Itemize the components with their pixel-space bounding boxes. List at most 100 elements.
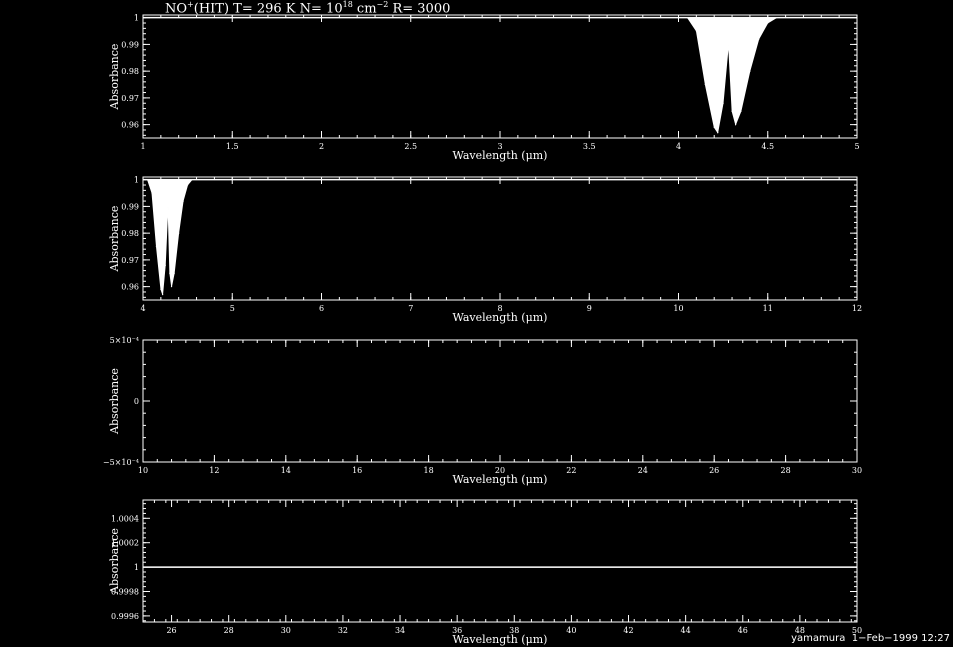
- data-point: [758, 38, 760, 40]
- absorbance-band: [686, 17, 779, 134]
- x-tick-label: 34: [395, 626, 405, 635]
- data-point: [704, 83, 706, 86]
- y-tick-label: 1: [134, 563, 139, 572]
- data-point: [169, 272, 171, 274]
- data-point: [191, 179, 193, 181]
- x-tick-label: 14: [281, 466, 291, 475]
- x-tick-label: 18: [424, 466, 434, 475]
- x-axis-label: Wavelength (μm): [453, 311, 548, 324]
- y-tick-label: 1.0004: [111, 514, 139, 523]
- x-tick-label: 4.5: [761, 142, 774, 151]
- data-point: [155, 245, 157, 248]
- x-tick-label: 42: [623, 626, 633, 635]
- x-tick-label: 26: [166, 626, 176, 635]
- x-axis-label: Wavelength (μm): [453, 633, 548, 646]
- data-point: [160, 288, 162, 290]
- y-tick-label: 1: [134, 176, 139, 185]
- data-point: [173, 272, 175, 274]
- x-tick-label: 46: [738, 626, 748, 635]
- data-point: [776, 17, 778, 19]
- x-tick-label: 10: [138, 466, 148, 475]
- chart-panel-3: 10 12 14 16 18 20 22 24 26 28 30−5×10⁻⁴05×10⁻⁴Wave…: [103, 336, 862, 486]
- y-axis-label: Absorbance: [108, 44, 121, 111]
- data-point: [731, 110, 733, 112]
- y-tick-label: 0.98: [121, 229, 139, 238]
- chart-panel-2: 4 5 6 7 8 9 10 11 120.960.970.980.991Wavelength …: [108, 176, 862, 324]
- x-tick-label: 44: [681, 626, 691, 635]
- footer-date: 1−Feb−1999 12:27: [851, 633, 950, 644]
- x-tick-label: 1.5: [226, 142, 239, 151]
- x-tick-label: 32: [338, 626, 348, 635]
- y-axis-label: Absorbance: [108, 528, 121, 595]
- x-tick-label: 24: [638, 466, 648, 475]
- y-axis-label: Absorbance: [108, 206, 121, 273]
- x-tick-label: 40: [566, 626, 576, 635]
- data-point: [727, 43, 730, 46]
- data-layer: [143, 178, 857, 296]
- y-axis-label: Absorbance: [108, 368, 121, 435]
- x-tick-label: 22: [566, 466, 576, 475]
- x-axis-label: Wavelength (μm): [453, 473, 548, 486]
- x-tick-label: 30: [852, 466, 862, 475]
- data-point: [749, 70, 751, 72]
- chart-panel-1: 1 1.5 2 2.5 3 3.5 4 4.5 50.960.970.980.991Wavele…: [108, 14, 860, 162]
- x-tick-label: 9: [587, 304, 592, 313]
- y-tick-label: 0.99: [121, 40, 139, 49]
- x-tick-label: 1: [140, 142, 145, 151]
- x-tick-label: 30: [281, 626, 291, 635]
- data-point: [167, 205, 169, 208]
- x-axis-label: Wavelength (μm): [453, 149, 548, 162]
- x-tick-label: 12: [209, 466, 219, 475]
- data-point: [740, 110, 742, 112]
- x-tick-label: 2: [319, 142, 324, 151]
- chart-canvas: 1 1.5 2 2.5 3 3.5 4 4.5 50.960.970.980.991Wavele…: [103, 14, 862, 646]
- x-tick-label: 26: [709, 466, 719, 475]
- x-tick-label: 11: [763, 304, 773, 313]
- data-point: [162, 294, 164, 296]
- data-point: [767, 22, 769, 24]
- data-point: [187, 184, 189, 186]
- x-tick-label: 16: [352, 466, 362, 475]
- y-tick-label: 0.97: [121, 94, 139, 103]
- data-point: [182, 200, 184, 202]
- footer-user: yamamura: [791, 633, 846, 644]
- x-tick-label: 28: [781, 466, 791, 475]
- data-point: [713, 126, 715, 128]
- x-tick-label: 5: [230, 304, 235, 313]
- y-tick-label: 0.96: [121, 121, 139, 130]
- y-tick-label: 0: [134, 397, 139, 406]
- data-point: [170, 286, 173, 288]
- y-tick-label: 0.99: [121, 202, 139, 211]
- data-point: [735, 124, 737, 126]
- x-tick-label: 6: [319, 304, 324, 313]
- y-tick-label: 5×10⁻⁴: [110, 336, 139, 345]
- x-tick-label: 7: [408, 304, 413, 313]
- data-point: [151, 192, 153, 194]
- data-point: [717, 132, 719, 134]
- footer-credit: yamamura 1−Feb−1999 12:27: [791, 633, 950, 644]
- y-tick-label: −5×10⁻⁴: [103, 458, 139, 467]
- plot-frame: [142, 176, 858, 301]
- x-tick-label: 28: [224, 626, 234, 635]
- x-tick-label: 10: [673, 304, 683, 313]
- y-tick-label: 0.98: [121, 67, 139, 76]
- x-tick-label: 12: [852, 304, 862, 313]
- y-tick-label: 0.9996: [111, 612, 139, 621]
- x-tick-label: 4: [676, 142, 681, 151]
- x-tick-label: 3.5: [583, 142, 596, 151]
- data-point: [178, 232, 180, 234]
- y-tick-label: 0.97: [121, 256, 139, 265]
- y-tick-label: 1: [134, 14, 139, 23]
- x-tick-label: 4: [140, 304, 145, 313]
- chart-panel-4: 26 28 30 32 34 36 38 40 42 44 46 48 500.99960.999811…: [108, 499, 862, 646]
- data-point: [695, 30, 697, 32]
- absorbance-band: [146, 179, 193, 295]
- y-tick-label: 0.96: [121, 283, 139, 292]
- plot-frame: [142, 339, 858, 463]
- data-layer: [143, 16, 857, 134]
- x-tick-label: 2.5: [404, 142, 417, 151]
- data-point: [146, 179, 149, 181]
- data-point: [722, 102, 724, 104]
- data-point: [164, 264, 166, 266]
- plot-frame: [142, 499, 858, 623]
